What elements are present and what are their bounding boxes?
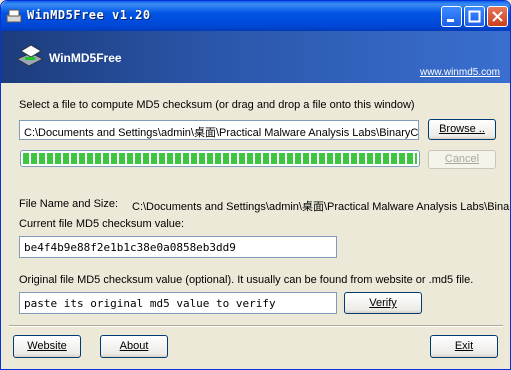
maximize-button[interactable] bbox=[464, 6, 485, 27]
close-button[interactable] bbox=[487, 6, 508, 27]
app-window: WinMD5Free v1.20 WinMD5Free www.winmd5.c… bbox=[0, 0, 511, 370]
cancel-button-label: Cancel bbox=[444, 153, 480, 165]
progress-bar bbox=[20, 150, 420, 167]
current-md5-field[interactable]: be4f4b9e88f2e1b1c38e0a0858eb3dd9 bbox=[19, 236, 337, 258]
about-button[interactable]: About bbox=[100, 335, 168, 358]
file-path-input[interactable]: C:\Documents and Settings\admin\桌面\Pract… bbox=[19, 120, 419, 140]
website-button-label: Website bbox=[27, 340, 67, 352]
footer-divider bbox=[9, 325, 503, 327]
file-info-value: C:\Documents and Settings\admin\桌面\Pract… bbox=[132, 201, 510, 213]
minimize-button[interactable] bbox=[441, 6, 462, 27]
progress-bar-fill bbox=[23, 153, 417, 164]
original-md5-input[interactable]: paste its original md5 value to verify bbox=[19, 292, 337, 314]
app-icon bbox=[6, 9, 22, 23]
current-md5-label: Current file MD5 checksum value: bbox=[19, 218, 185, 230]
close-icon bbox=[492, 11, 503, 22]
cancel-button[interactable]: Cancel bbox=[428, 150, 496, 169]
app-logo-icon bbox=[15, 44, 45, 67]
file-info-label: File Name and Size: bbox=[19, 198, 119, 210]
browse-button[interactable]: Browse .. bbox=[428, 119, 496, 140]
title-bar[interactable]: WinMD5Free v1.20 bbox=[1, 1, 510, 31]
exit-button-label: Exit bbox=[454, 340, 474, 352]
exit-button[interactable]: Exit bbox=[430, 335, 498, 358]
window-title: WinMD5Free v1.20 bbox=[27, 8, 151, 22]
banner-brand: WinMD5Free bbox=[49, 51, 122, 65]
header-banner: WinMD5Free www.winmd5.com bbox=[1, 31, 510, 83]
website-link[interactable]: www.winmd5.com bbox=[420, 67, 500, 78]
website-button[interactable]: Website bbox=[13, 335, 81, 358]
browse-button-label: Browse .. bbox=[439, 123, 485, 135]
select-file-label: Select a file to compute MD5 checksum (o… bbox=[19, 99, 415, 111]
verify-button-label: Verify bbox=[369, 297, 397, 309]
minimize-icon bbox=[447, 19, 454, 22]
original-md5-label: Original file MD5 checksum value (option… bbox=[19, 274, 474, 286]
about-button-label: About bbox=[119, 340, 149, 352]
verify-button[interactable]: Verify bbox=[344, 292, 422, 314]
maximize-icon bbox=[468, 10, 481, 23]
